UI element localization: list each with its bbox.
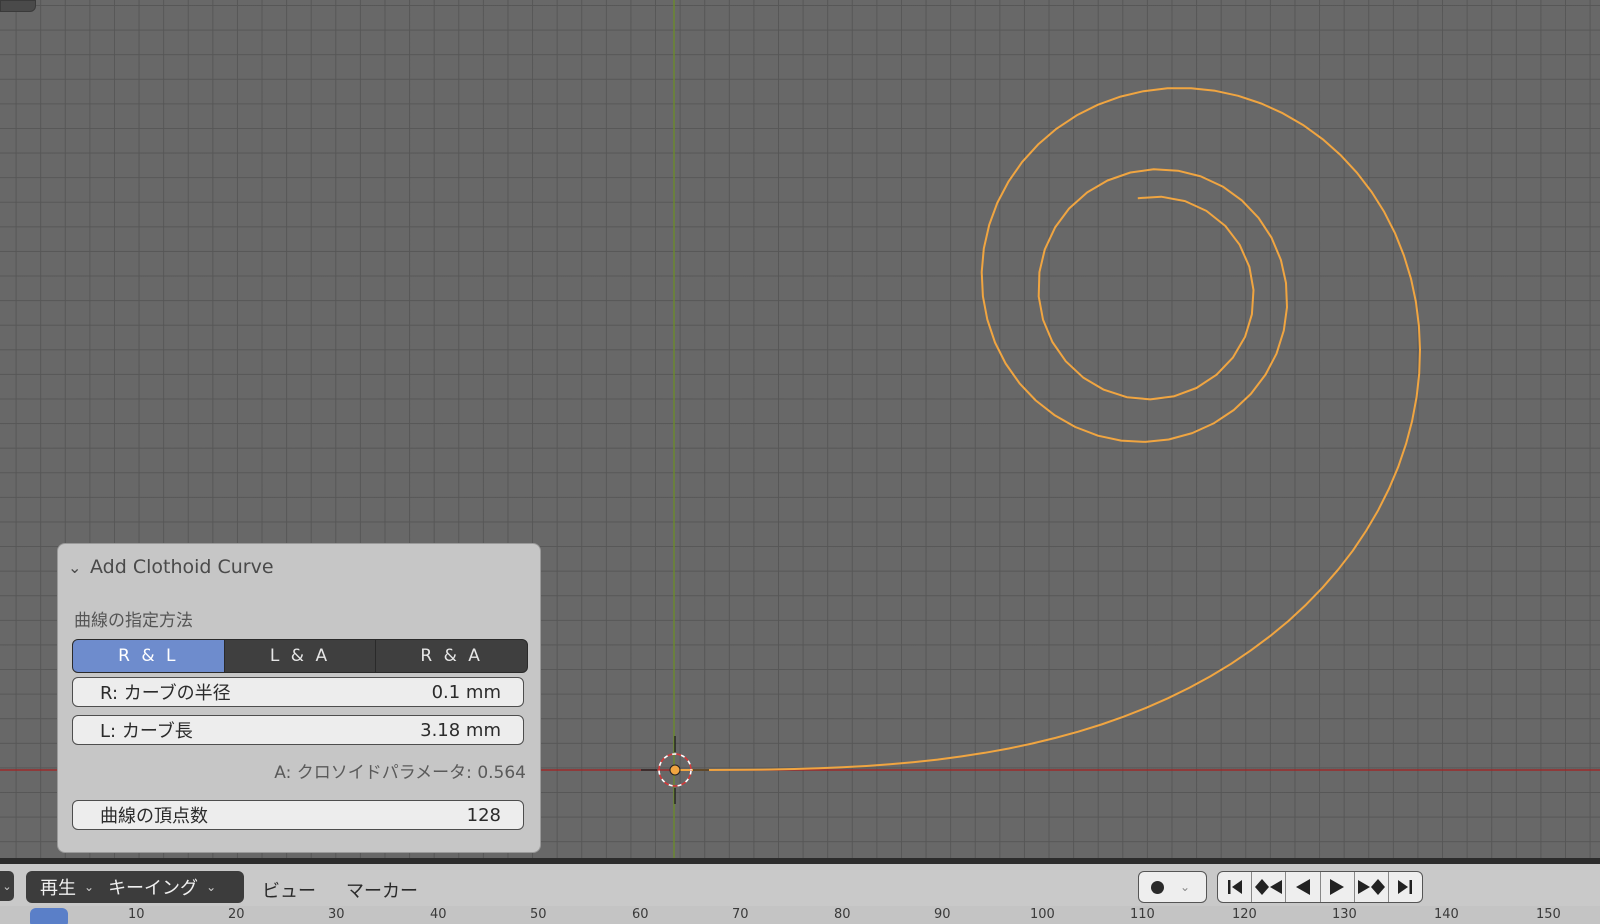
play-reverse-button[interactable] (1286, 872, 1321, 902)
radius-value: 0.1 mm (431, 681, 501, 703)
current-frame-marker[interactable] (30, 908, 68, 924)
clothoid-parameter-readout: A: クロソイドパラメータ: 0.564 (274, 763, 526, 783)
vertex-count-value: 128 (466, 804, 501, 826)
ruler-tick: 130 (1332, 907, 1357, 922)
view-menu[interactable]: ビュー (262, 877, 316, 903)
length-label: L: カーブ長 (100, 721, 193, 742)
radius-label: R: カーブの半径 (100, 683, 231, 704)
length-field[interactable]: L: カーブ長 3.18 mm (72, 715, 524, 745)
prev-keyframe-icon (1254, 879, 1282, 895)
timeline-dropdowns: 再生 ⌄ キーイング ⌄ (26, 871, 244, 903)
marker-menu[interactable]: マーカー (346, 877, 418, 903)
chevron-down-icon[interactable]: ⌄ (1180, 880, 1190, 894)
chevron-down-icon: ⌄ (84, 880, 95, 894)
ruler-tick: 100 (1030, 907, 1055, 922)
operator-panel-header[interactable]: ⌄ Add Clothoid Curve (68, 554, 530, 580)
prev-keyframe-button[interactable] (1252, 872, 1287, 902)
operator-panel-title: Add Clothoid Curve (90, 556, 274, 578)
ruler-tick: 20 (228, 907, 245, 922)
object-origin-icon (669, 764, 681, 776)
ruler-tick: 40 (430, 907, 447, 922)
jump-start-icon (1227, 880, 1242, 894)
ruler-tick: 30 (328, 907, 345, 922)
auto-keying-toggle[interactable]: ⌄ (1138, 871, 1207, 903)
operator-panel: ⌄ Add Clothoid Curve 曲線の指定方法 R & L L & A… (58, 544, 540, 852)
3d-viewport[interactable]: ⌄ Add Clothoid Curve 曲線の指定方法 R & L L & A… (0, 0, 1600, 860)
chevron-down-icon: ⌄ (68, 557, 82, 577)
playback-menu-label: 再生 (40, 878, 76, 899)
vertex-count-field[interactable]: 曲線の頂点数 128 (72, 800, 524, 830)
keying-menu[interactable]: キーイング ⌄ (94, 874, 216, 900)
jump-end-button[interactable] (1389, 872, 1422, 902)
ruler-tick: 120 (1232, 907, 1257, 922)
chevron-down-icon: ⌄ (206, 880, 217, 894)
radius-field[interactable]: R: カーブの半径 0.1 mm (72, 677, 524, 707)
ruler-tick: 60 (632, 907, 649, 922)
ruler-tick: 140 (1434, 907, 1459, 922)
ruler-tick: 150 (1536, 907, 1561, 922)
transport-controls (1217, 871, 1423, 903)
timeline-header: ⌄ 再生 ⌄ キーイング ⌄ ビュー マーカー ⌄ (0, 864, 1600, 906)
ruler-tick: 80 (834, 907, 851, 922)
jump-start-button[interactable] (1218, 872, 1253, 902)
editor-type-button[interactable]: ⌄ (0, 871, 14, 901)
ruler-tick: 50 (530, 907, 547, 922)
play-reverse-icon (1295, 879, 1310, 895)
ruler-tick: 70 (732, 907, 749, 922)
ruler-tick: 10 (128, 907, 145, 922)
record-icon (1151, 880, 1164, 894)
length-value: 3.18 mm (420, 719, 501, 741)
next-keyframe-icon (1358, 879, 1386, 895)
clothoid-curve[interactable] (675, 87, 1421, 771)
chevron-down-icon: ⌄ (2, 879, 12, 893)
mode-button-r-l[interactable]: R & L (73, 640, 225, 672)
curve-mode-label: 曲線の指定方法 (74, 611, 193, 631)
ruler-tick: 110 (1130, 907, 1155, 922)
play-button[interactable] (1321, 872, 1355, 902)
mode-button-l-a[interactable]: L & A (225, 640, 377, 672)
timeline-ruler[interactable]: 10 20 30 40 50 60 70 80 90 100 110 120 1… (0, 906, 1600, 924)
keying-menu-label: キーイング (108, 878, 199, 899)
vertex-count-label: 曲線の頂点数 (100, 806, 208, 827)
jump-end-icon (1398, 880, 1413, 894)
curve-mode-selector: R & L L & A R & A (72, 639, 528, 673)
playback-menu[interactable]: 再生 ⌄ (26, 874, 94, 900)
mode-button-r-a[interactable]: R & A (376, 640, 527, 672)
ruler-tick: 90 (934, 907, 951, 922)
play-icon (1330, 879, 1345, 895)
next-keyframe-button[interactable] (1355, 872, 1389, 902)
